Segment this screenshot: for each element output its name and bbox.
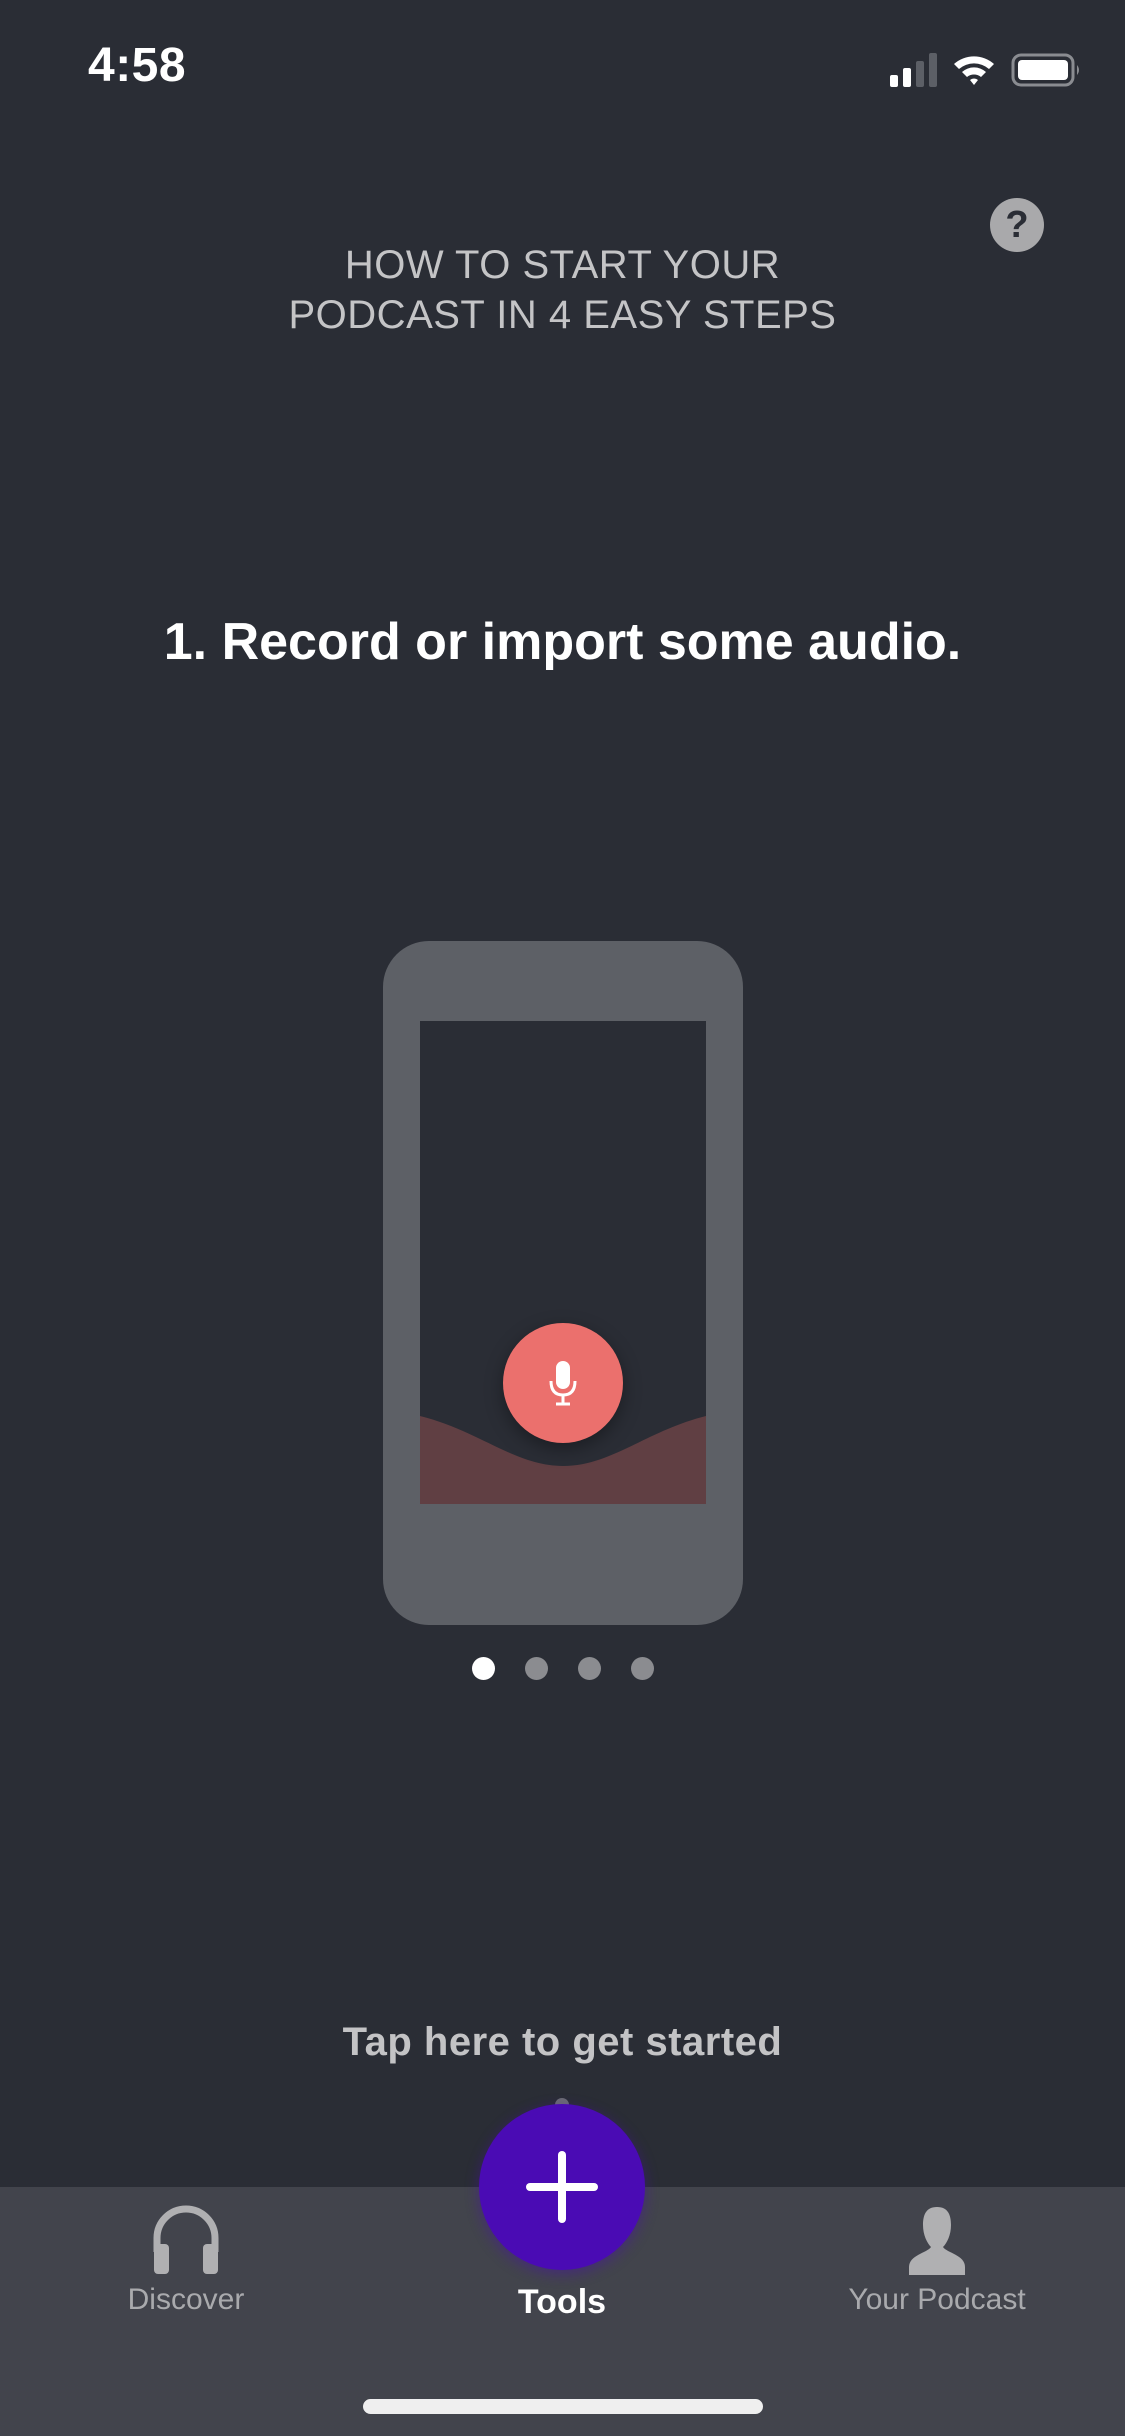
tab-tools-label: Tools [517,2283,607,2321]
step-description: 1. Record or import some audio. [163,613,962,671]
tab-discover-label: Discover [127,2283,245,2316]
battery-icon [1011,53,1079,87]
record-illustration-button [503,1323,623,1443]
tab-discover[interactable]: Discover [36,2187,336,2337]
page-indicator [0,1657,1125,1680]
create-button[interactable] [479,2104,645,2270]
cellular-signal-icon [890,53,937,87]
microphone-icon [549,1361,577,1406]
wifi-icon [954,56,994,85]
page-dot-3[interactable] [577,1657,601,1680]
home-indicator[interactable] [363,2399,763,2414]
tab-your-podcast-label: Your Podcast [848,2283,1026,2316]
page-dot-4[interactable] [630,1657,654,1680]
plus-icon [526,2151,598,2223]
headphones-icon [153,2205,219,2274]
page-title-line-2: PODCAST IN 4 EASY STEPS [288,293,837,337]
status-icons [890,50,1083,90]
page-title-line-1: HOW TO START YOUR [344,243,781,287]
get-started-link[interactable]: Tap here to get started [0,2020,1125,2065]
page-dot-1[interactable] [471,1657,495,1680]
page-dot-2[interactable] [524,1657,548,1680]
status-time: 4:58 [88,39,187,92]
person-icon [909,2207,965,2275]
page-title: HOW TO START YOUR PODCAST IN 4 EASY STEP… [0,240,1125,340]
tab-your-podcast[interactable]: Your Podcast [787,2187,1087,2337]
